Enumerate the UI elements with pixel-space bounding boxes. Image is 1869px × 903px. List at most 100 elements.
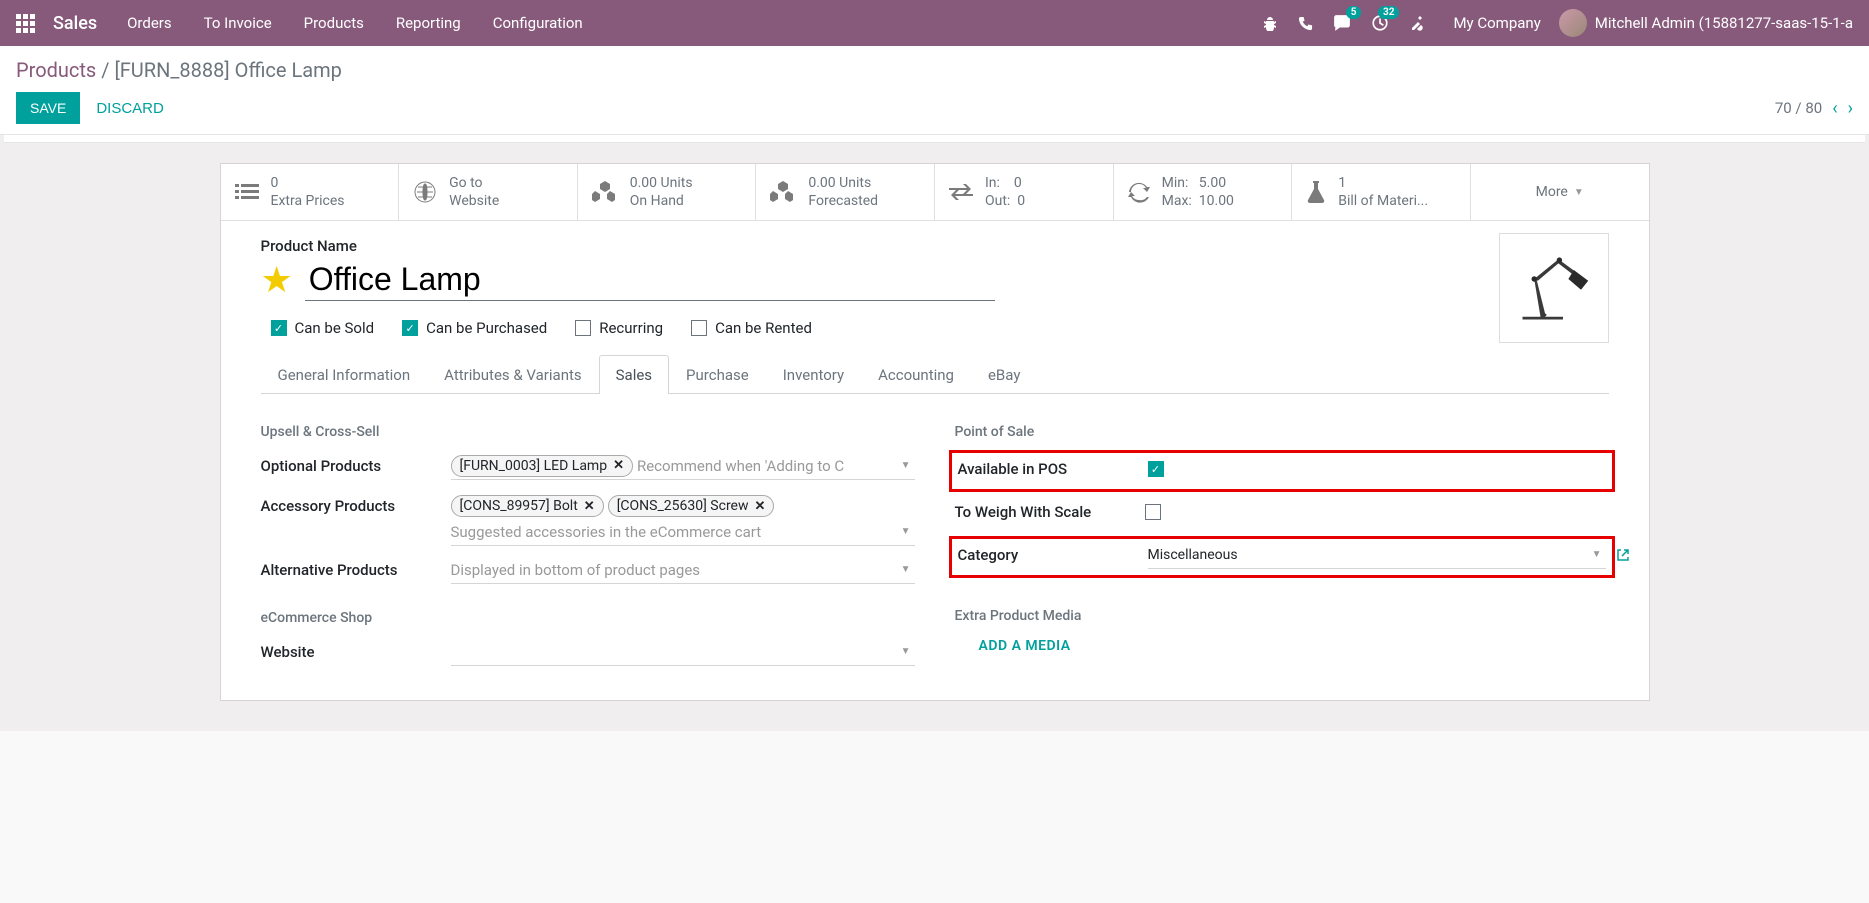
- upsell-heading: Upsell & Cross-Sell: [261, 424, 915, 440]
- tab-attributes-variants[interactable]: Attributes & Variants: [427, 355, 598, 394]
- category-field[interactable]: Miscellaneous ▼: [1148, 543, 1606, 569]
- refresh-icon: [1128, 181, 1150, 203]
- breadcrumb-root[interactable]: Products: [16, 58, 96, 82]
- save-button[interactable]: SAVE: [16, 92, 80, 124]
- accessory-tag-1: [CONS_89957] Bolt✕: [451, 495, 604, 517]
- caret-down-icon[interactable]: ▼: [901, 460, 911, 471]
- caret-down-icon[interactable]: ▼: [901, 646, 911, 657]
- cubes-icon: [592, 181, 618, 203]
- bug-icon[interactable]: [1262, 15, 1278, 31]
- apps-icon[interactable]: [16, 14, 35, 33]
- weigh-label: To Weigh With Scale: [955, 500, 1145, 521]
- pager-text[interactable]: 70 / 80: [1775, 99, 1822, 117]
- optional-products-field[interactable]: [FURN_0003] LED Lamp✕ Recommend when 'Ad…: [451, 454, 915, 480]
- ecommerce-heading: eCommerce Shop: [261, 610, 915, 626]
- company-selector[interactable]: My Company: [1453, 14, 1540, 32]
- caret-down-icon[interactable]: ▼: [901, 526, 911, 537]
- stat-extra-prices[interactable]: 0Extra Prices: [221, 164, 400, 220]
- phone-icon[interactable]: [1298, 16, 1313, 31]
- tab-accounting[interactable]: Accounting: [861, 355, 971, 394]
- optional-products-row: Optional Products [FURN_0003] LED Lamp✕ …: [261, 454, 915, 482]
- can-be-rented-checkbox[interactable]: Can be Rented: [691, 319, 812, 337]
- product-name-input[interactable]: [305, 259, 995, 301]
- stat-website[interactable]: Go toWebsite: [399, 164, 578, 220]
- nav-reporting[interactable]: Reporting: [396, 14, 461, 32]
- stat-min-max[interactable]: Min: 5.00 Max: 10.00: [1114, 164, 1293, 220]
- list-icon: [235, 182, 259, 202]
- topbar: Sales Orders To Invoice Products Reporti…: [0, 0, 1869, 46]
- stat-forecasted[interactable]: 0.00 UnitsForecasted: [756, 164, 935, 220]
- title-area: Product Name ★: [221, 221, 1649, 301]
- pager-next-icon[interactable]: ›: [1848, 98, 1853, 119]
- discard-button[interactable]: DISCARD: [96, 100, 164, 117]
- tab-ebay[interactable]: eBay: [971, 355, 1037, 394]
- alternative-products-row: Alternative Products Displayed in bottom…: [261, 558, 915, 586]
- content-area: 0Extra Prices Go toWebsite 0.00 UnitsOn …: [0, 135, 1869, 731]
- available-pos-checkbox[interactable]: [1148, 461, 1164, 477]
- app-brand[interactable]: Sales: [53, 13, 97, 34]
- nav-products[interactable]: Products: [304, 14, 364, 32]
- nav-to-invoice[interactable]: To Invoice: [204, 14, 272, 32]
- chat-badge: 5: [1346, 6, 1362, 19]
- accessory-tag-2: [CONS_25630] Screw✕: [608, 495, 775, 517]
- favorite-star-icon[interactable]: ★: [261, 259, 293, 301]
- chat-icon[interactable]: 5: [1333, 14, 1351, 32]
- caret-down-icon[interactable]: ▼: [901, 564, 911, 575]
- pager-prev-icon[interactable]: ‹: [1832, 98, 1837, 119]
- tab-sales[interactable]: Sales: [599, 355, 669, 394]
- alternative-products-field[interactable]: Displayed in bottom of product pages ▼: [451, 558, 915, 584]
- remove-tag-icon[interactable]: ✕: [584, 499, 595, 514]
- can-be-purchased-checkbox[interactable]: Can be Purchased: [402, 319, 547, 337]
- flask-icon: [1306, 180, 1326, 204]
- breadcrumb: Products / [FURN_8888] Office Lamp: [16, 58, 1853, 82]
- left-column: Upsell & Cross-Sell Optional Products [F…: [261, 414, 915, 680]
- external-link-icon[interactable]: [1616, 548, 1630, 562]
- avatar[interactable]: [1559, 9, 1587, 37]
- caret-down-icon[interactable]: ▼: [1592, 549, 1602, 560]
- website-row: Website ▼: [261, 640, 915, 668]
- optional-products-label: Optional Products: [261, 454, 451, 475]
- tools-icon[interactable]: [1409, 15, 1425, 31]
- recurring-checkbox[interactable]: Recurring: [575, 319, 663, 337]
- breadcrumb-separator: /: [101, 58, 114, 82]
- accessory-products-label: Accessory Products: [261, 494, 451, 515]
- weigh-row: To Weigh With Scale: [955, 500, 1609, 528]
- stat-in-out[interactable]: In: 0 Out: 0: [935, 164, 1114, 220]
- right-column: Point of Sale Available in POS To Weigh …: [955, 414, 1609, 680]
- can-be-sold-checkbox[interactable]: Can be Sold: [271, 319, 375, 337]
- category-label: Category: [958, 543, 1148, 564]
- accessory-products-field[interactable]: Suggested accessories in the eCommerce c…: [451, 520, 915, 546]
- add-media-button[interactable]: ADD A MEDIA: [979, 638, 1609, 654]
- activity-badge: 32: [1378, 6, 1399, 19]
- website-field[interactable]: ▼: [451, 640, 915, 666]
- tab-inventory[interactable]: Inventory: [766, 355, 861, 394]
- stat-on-hand[interactable]: 0.00 UnitsOn Hand: [578, 164, 757, 220]
- extra-media-heading: Extra Product Media: [955, 608, 1609, 624]
- tab-purchase[interactable]: Purchase: [669, 355, 766, 394]
- product-image[interactable]: [1499, 233, 1609, 343]
- stat-buttons: 0Extra Prices Go toWebsite 0.00 UnitsOn …: [221, 164, 1649, 221]
- nav-orders[interactable]: Orders: [127, 14, 172, 32]
- weigh-field: [1145, 500, 1609, 526]
- remove-tag-icon[interactable]: ✕: [755, 499, 766, 514]
- available-pos-label: Available in POS: [958, 457, 1148, 478]
- stat-more[interactable]: More▼: [1471, 164, 1649, 220]
- website-label: Website: [261, 640, 451, 661]
- tab-general-information[interactable]: General Information: [261, 355, 428, 394]
- available-pos-row: Available in POS: [958, 457, 1606, 485]
- caret-down-icon: ▼: [1574, 186, 1584, 199]
- category-value: Miscellaneous: [1148, 547, 1238, 563]
- activity-icon[interactable]: 32: [1371, 14, 1389, 32]
- stat-bom[interactable]: 1Bill of Materi...: [1292, 164, 1471, 220]
- accessory-products-tags[interactable]: [CONS_89957] Bolt✕ [CONS_25630] Screw✕: [451, 494, 915, 520]
- product-name-label: Product Name: [261, 237, 1609, 255]
- globe-icon: [413, 180, 437, 204]
- header: Products / [FURN_8888] Office Lamp SAVE …: [0, 46, 1869, 135]
- breadcrumb-current: [FURN_8888] Office Lamp: [114, 58, 341, 82]
- remove-tag-icon[interactable]: ✕: [613, 458, 624, 473]
- nav-configuration[interactable]: Configuration: [493, 14, 583, 32]
- user-menu[interactable]: Mitchell Admin (15881277-saas-15-1-a: [1595, 14, 1853, 32]
- tab-content: Upsell & Cross-Sell Optional Products [F…: [221, 394, 1649, 700]
- product-options: Can be Sold Can be Purchased Recurring C…: [221, 301, 1649, 347]
- weigh-checkbox[interactable]: [1145, 504, 1161, 520]
